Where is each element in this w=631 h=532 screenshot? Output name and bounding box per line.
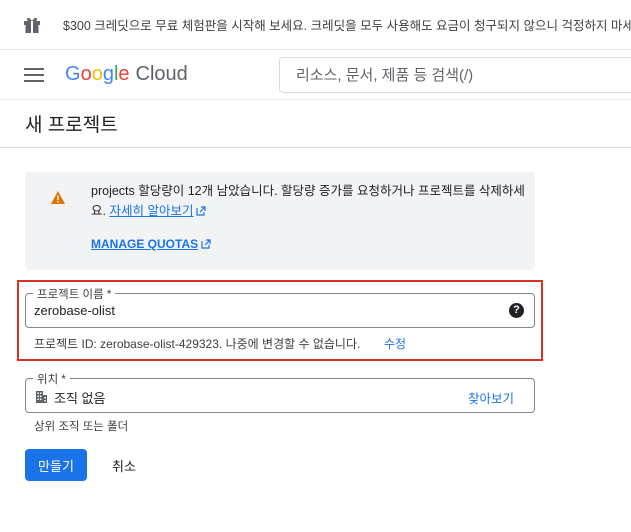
hamburger-menu-icon[interactable] <box>24 67 44 83</box>
external-link-icon <box>196 206 207 216</box>
project-name-label: 프로젝트 이름 * <box>33 286 116 302</box>
page-header: 새 프로젝트 <box>0 100 631 148</box>
google-cloud-logo[interactable]: Google Cloud <box>65 63 188 86</box>
cancel-button[interactable]: 취소 <box>97 449 151 481</box>
search-box[interactable] <box>279 57 631 93</box>
warning-icon <box>51 191 65 204</box>
location-hint: 상위 조직 또는 폴더 <box>34 421 129 433</box>
manage-quotas-link[interactable]: MANAGE QUOTAS <box>91 237 211 251</box>
cloud-wordmark: Cloud <box>135 63 188 85</box>
project-id-text: 프로젝트 ID: zerobase-olist-429323. 나중에 변경할 … <box>34 337 361 351</box>
learn-more-link[interactable]: 자세히 알아보기 <box>109 204 207 218</box>
help-icon[interactable]: ? <box>509 303 524 318</box>
google-wordmark: Google <box>65 63 130 85</box>
create-button[interactable]: 만들기 <box>25 449 87 481</box>
search-input[interactable] <box>296 66 596 84</box>
quota-message: projects 할당량이 12개 남았습니다. 할당량 증가를 요청하거나 프… <box>91 181 531 221</box>
building-icon <box>36 391 47 403</box>
browse-location-button[interactable]: 찾아보기 <box>468 388 514 407</box>
edit-project-id-link[interactable]: 수정 <box>384 335 406 352</box>
free-trial-text: $300 크레딧으로 무료 체험판을 시작해 보세요. 크레딧을 모두 사용해도… <box>63 19 631 33</box>
gift-icon <box>24 17 40 33</box>
location-value: 조직 없음 <box>54 391 106 406</box>
quota-notice: projects 할당량이 12개 남았습니다. 할당량 증가를 요청하거나 프… <box>25 172 535 270</box>
project-name-field[interactable]: 프로젝트 이름 * <box>25 286 535 328</box>
external-link-icon <box>201 239 211 249</box>
project-name-input[interactable] <box>34 303 494 318</box>
location-label: 위치 * <box>33 371 70 387</box>
free-trial-banner: $300 크레딧으로 무료 체험판을 시작해 보세요. 크레딧을 모두 사용해도… <box>0 0 631 50</box>
page-title: 새 프로젝트 <box>25 115 118 136</box>
